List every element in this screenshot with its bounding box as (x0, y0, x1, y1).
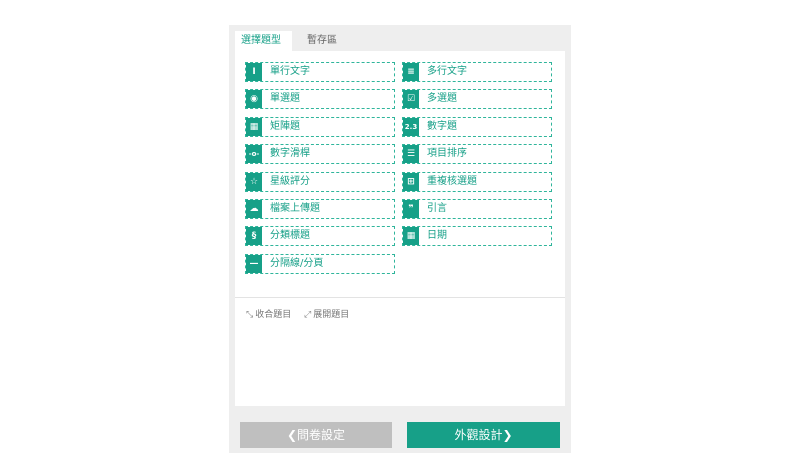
slider-icon: -o- (246, 145, 262, 163)
question-type-list: I 單行文字 ≡ 多行文字 ◉ 單選題 ☑ 多選題 ▦ 矩陣題 2.3 數字題 -o- 數字滑桿 ☰ 項目排序… (235, 51, 565, 406)
question-type-item[interactable]: I 單行文字 (245, 62, 395, 82)
question-type-item[interactable]: ▦ 日期 (402, 226, 552, 246)
question-type-item[interactable]: ▦ 矩陣題 (245, 117, 395, 137)
question-type-label: 引言 (427, 203, 447, 214)
question-type-label: 數字滑桿 (270, 148, 310, 159)
expand-questions-button[interactable]: ⤢ 展開題目 (304, 307, 349, 320)
question-type-label: 分隔線/分頁 (270, 258, 324, 269)
cloud-upload-icon: ☁ (246, 200, 262, 218)
collapse-label: 收合題目 (255, 310, 292, 320)
question-type-item[interactable]: ⊞ 重複核選題 (402, 172, 552, 192)
collapse-icon: ⤡ (246, 310, 254, 320)
tab-draft-area[interactable]: 暫存區 (301, 31, 343, 51)
divider-icon: — (246, 255, 262, 273)
question-type-label: 星級評分 (270, 176, 310, 187)
question-type-item[interactable]: ☰ 項目排序 (402, 144, 552, 164)
number-icon: 2.3 (403, 118, 419, 136)
survey-settings-label: 問卷設定 (297, 428, 346, 442)
expand-label: 展開題目 (313, 310, 350, 320)
checkbox-icon: ☑ (403, 90, 419, 108)
repeat-check-icon: ⊞ (403, 173, 419, 191)
question-type-item[interactable]: § 分類標題 (245, 226, 395, 246)
multi-line-text-icon: ≡ (403, 63, 419, 81)
question-type-label: 單選題 (270, 93, 300, 104)
question-type-label: 多選題 (427, 93, 457, 104)
appearance-design-label: 外觀設計 (454, 428, 503, 442)
sort-list-icon: ☰ (403, 145, 419, 163)
radio-icon: ◉ (246, 90, 262, 108)
question-type-label: 單行文字 (270, 66, 310, 77)
appearance-design-button[interactable]: 外觀設計❯ (407, 422, 560, 448)
question-type-label: 重複核選題 (427, 176, 477, 187)
chevron-right-icon: ❯ (502, 428, 513, 442)
collapse-questions-button[interactable]: ⤡ 收合題目 (246, 307, 291, 320)
question-type-label: 日期 (427, 230, 447, 241)
question-type-label: 矩陣題 (270, 121, 300, 132)
tab-choose-type[interactable]: 選擇題型? (235, 31, 292, 64)
question-type-label: 檔案上傳題 (270, 203, 320, 214)
question-type-item[interactable]: ☁ 檔案上傳題 (245, 199, 395, 219)
quote-icon: ❞ (403, 200, 419, 218)
matrix-icon: ▦ (246, 118, 262, 136)
calendar-icon: ▦ (403, 227, 419, 245)
question-type-item[interactable]: -o- 數字滑桿 (245, 144, 395, 164)
question-type-item[interactable]: ≡ 多行文字 (402, 62, 552, 82)
question-type-item[interactable]: — 分隔線/分頁 (245, 254, 395, 274)
question-type-label: 數字題 (427, 121, 457, 132)
survey-settings-button[interactable]: ❮問卷設定 (240, 422, 392, 448)
question-type-label: 多行文字 (427, 66, 467, 77)
tab-bar: 選擇題型? 暫存區 (235, 31, 565, 64)
question-type-label: 項目排序 (427, 148, 467, 159)
question-type-item[interactable]: ☆ 星級評分 (245, 172, 395, 192)
section-icon: § (246, 227, 262, 245)
question-type-label: 分類標題 (270, 230, 310, 241)
question-type-item[interactable]: ◉ 單選題 (245, 89, 395, 109)
divider (235, 297, 565, 298)
question-type-panel: 選擇題型? 暫存區 I 單行文字 ≡ 多行文字 ◉ 單選題 ☑ 多選題 ▦ 矩陣題 2.3 數字題 -o… (229, 25, 571, 453)
expand-icon: ⤢ (304, 310, 312, 320)
single-line-text-icon: I (246, 63, 262, 81)
question-type-item[interactable]: ☑ 多選題 (402, 89, 552, 109)
tab-choose-type-label: 選擇題型 (241, 35, 281, 46)
question-type-item[interactable]: 2.3 數字題 (402, 117, 552, 137)
chevron-left-icon: ❮ (286, 428, 298, 442)
star-icon: ☆ (246, 173, 262, 191)
question-type-item[interactable]: ❞ 引言 (402, 199, 552, 219)
